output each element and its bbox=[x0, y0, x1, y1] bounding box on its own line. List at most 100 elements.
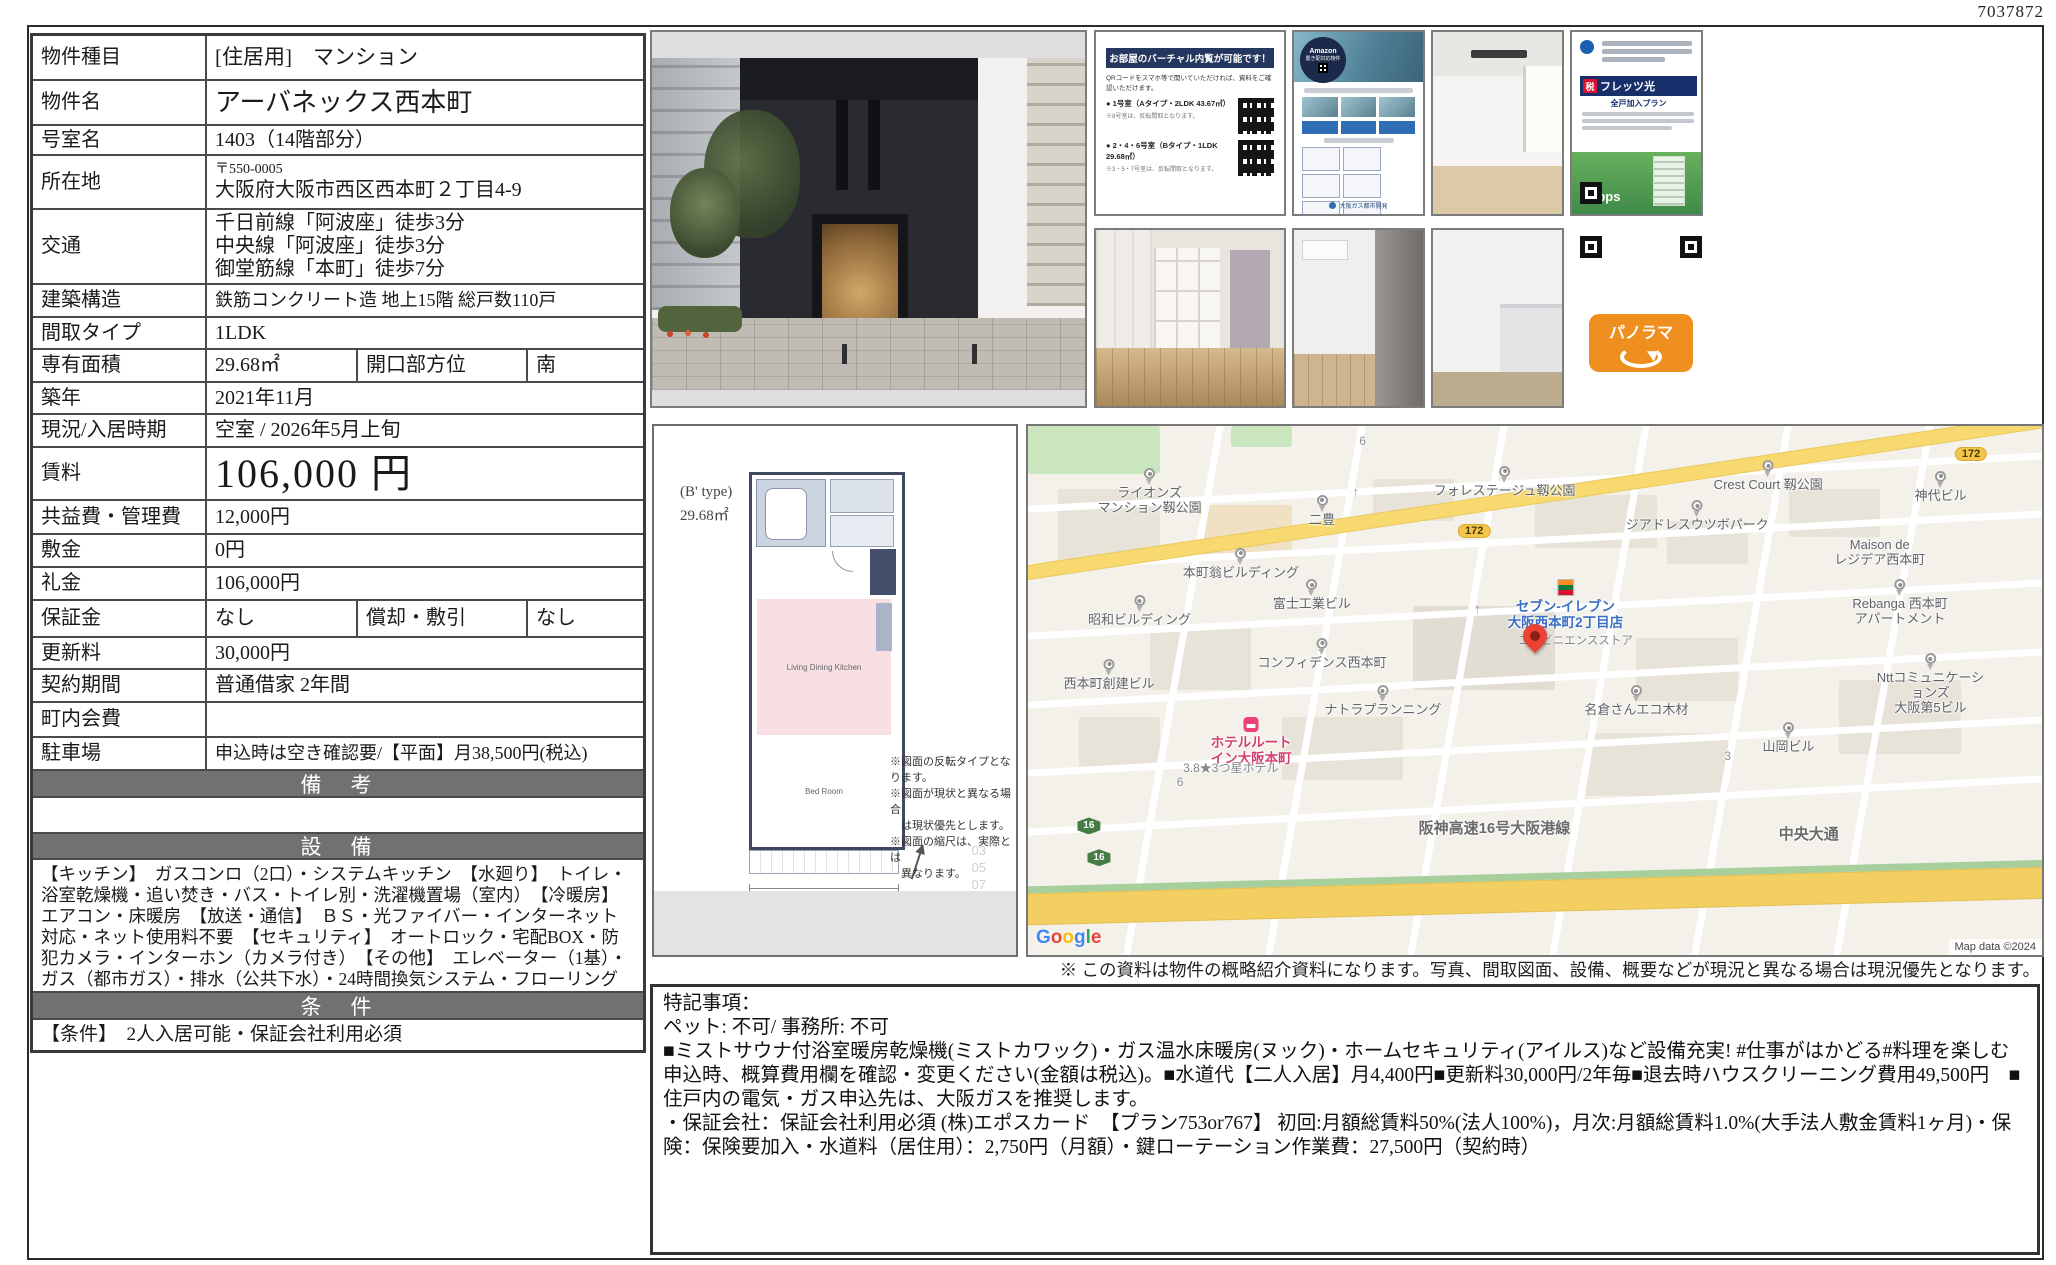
cell-label: 建築構造 bbox=[33, 285, 207, 316]
cell-label: 物件名 bbox=[33, 81, 207, 124]
provider-logo-icon bbox=[1580, 40, 1594, 54]
table-row: 所在地〒550-0005大阪府大阪市西区西本町２丁目4-9 bbox=[33, 156, 643, 210]
virtual-tour-flyer: お部屋のバーチャル内覧が可能です！ QRコードをスマホ等で開いていただければ、資… bbox=[1094, 30, 1286, 216]
table-row: 敷金0円 bbox=[33, 535, 643, 568]
cell-value: 1LDK bbox=[207, 318, 643, 348]
panorama-badge: パノラマ bbox=[1589, 314, 1693, 372]
entrance-photo-canvas bbox=[652, 58, 1085, 390]
cell-value: 106,000 円 bbox=[207, 448, 643, 499]
map-label-poi: コンフィデンス西本町 bbox=[1258, 638, 1387, 670]
cell-value: 千日前線「阿波座」徒歩3分中央線「阿波座」徒歩3分御堂筋線「本町」徒歩7分 bbox=[207, 210, 643, 283]
flyer-text-placeholder bbox=[1602, 41, 1692, 65]
door-swing bbox=[832, 551, 853, 572]
map-pin-icon bbox=[1317, 638, 1328, 649]
cell-value: 0円 bbox=[207, 535, 643, 566]
map-label-poi: 昭和ビルディング bbox=[1088, 595, 1191, 627]
cell-label: 物件種目 bbox=[33, 36, 207, 79]
map-label-num: 6 bbox=[1177, 775, 1184, 789]
hotel-icon bbox=[1244, 717, 1259, 732]
remarks-line: ペット: 不可/ 事務所: 不可 bbox=[663, 1016, 2027, 1040]
cell-value: 29.68㎡ bbox=[207, 350, 358, 381]
map-label-poi: 本町翁ビルディング bbox=[1183, 548, 1299, 580]
window bbox=[1523, 66, 1562, 152]
cell-label: 所在地 bbox=[33, 156, 207, 208]
park-area bbox=[1028, 426, 1160, 474]
living-room-photo bbox=[1431, 30, 1564, 216]
map-label-badge: 172 bbox=[1458, 524, 1490, 538]
qr-code bbox=[1238, 140, 1274, 176]
map-label-poi: ライオンズ マンション靱公園 bbox=[1098, 468, 1202, 515]
seven-eleven-icon bbox=[1557, 579, 1574, 596]
ldk-room: Living Dining Kitchen bbox=[757, 599, 891, 735]
cell-value: [住居用] マンション bbox=[207, 36, 643, 79]
map-label-poi: 名倉さんエコ木材 bbox=[1584, 685, 1688, 717]
document-number: 7037872 bbox=[1978, 2, 2045, 22]
cell-value: 106,000円 bbox=[207, 568, 643, 599]
cell-label: 築年 bbox=[33, 383, 207, 413]
panorama-qr-block: パノラマ bbox=[1576, 232, 1706, 378]
map-pin-icon bbox=[1935, 471, 1946, 482]
cell-label: 交通 bbox=[33, 210, 207, 283]
flyer-title: お部屋のバーチャル内覧が可能です！ bbox=[1106, 48, 1274, 68]
toilet bbox=[830, 515, 894, 547]
map-pin-icon bbox=[1377, 685, 1388, 696]
cell-value: アーバネックス西本町 bbox=[207, 81, 643, 124]
table-row: 駐車場申込時は空き確認要/【平面】月38,500円(税込) bbox=[33, 738, 643, 771]
qr-mini-icon bbox=[1318, 63, 1328, 73]
table-row: 間取タイプ1LDK bbox=[33, 318, 643, 350]
map-label-poi: Crest Court 靱公園 bbox=[1714, 460, 1823, 492]
cell-value bbox=[207, 703, 643, 736]
map-pin-icon bbox=[1104, 659, 1115, 670]
room-type-label: ● 2・4・6号室（Bタイプ・1LDK 29.68㎡） bbox=[1106, 140, 1234, 162]
map-pin-icon bbox=[1144, 468, 1155, 479]
cell-value: 【キッチン】 ガスコンロ（2口）・システムキッチン 【水廻り】 トイレ・浴室乾燥… bbox=[33, 860, 643, 991]
table-row: 建築構造鉄筋コンクリート造 地上15階 総戸数110戸 bbox=[33, 285, 643, 318]
floorplan-note-line: は現状優先とします。 bbox=[890, 818, 1012, 834]
cell-label: 償却・敷引 bbox=[358, 601, 528, 636]
map-label-poi: Maison de レジデア西本町 bbox=[1834, 537, 1925, 567]
table-row: 物件種目[住居用] マンション bbox=[33, 36, 643, 81]
dimension-line bbox=[749, 888, 899, 889]
map-label-num: 6 bbox=[1359, 434, 1366, 448]
section-band: 条 件 bbox=[33, 993, 643, 1020]
map-label-poi: Nttコミュニケーションズ 大阪第5ビル bbox=[1875, 653, 1987, 715]
map-label-poi: ジアドレスウツボパーク bbox=[1626, 500, 1769, 532]
shaft bbox=[870, 549, 896, 595]
qr-code bbox=[1238, 98, 1274, 134]
table-row: 礼金106,000円 bbox=[33, 568, 643, 601]
map-label-shield: 16 bbox=[1087, 849, 1110, 866]
cell-value: 鉄筋コンクリート造 地上15階 総戸数110戸 bbox=[207, 285, 643, 316]
cell-value: 2021年11月 bbox=[207, 383, 643, 413]
remarks-line: ・保証会社：保証会社利用必須 (株)エポスカード 【プラン753or767】 初… bbox=[663, 1112, 2027, 1160]
flyer-footer-logo: 大阪ガス都市開発 bbox=[1294, 201, 1423, 210]
kitchen-photo bbox=[1431, 228, 1564, 408]
remarks-line: 特記事項： bbox=[663, 992, 2027, 1016]
cell-label: 現況/入居時期 bbox=[33, 415, 207, 446]
map-label-poi: 富士工業ビル bbox=[1273, 579, 1351, 611]
floorplan-note-line: ※図面が現状と異なる場合 bbox=[890, 786, 1012, 818]
map-label-shield: 16 bbox=[1077, 817, 1100, 834]
table-row: 【キッチン】 ガスコンロ（2口）・システムキッチン 【水廻り】 トイレ・浴室乾燥… bbox=[33, 860, 643, 993]
flyer-text-placeholder bbox=[1582, 112, 1694, 133]
building-entrance-photo bbox=[650, 30, 1087, 408]
flyer-photo-row bbox=[1302, 97, 1415, 117]
map-pin-icon bbox=[1134, 595, 1145, 606]
entrance-door bbox=[812, 214, 908, 332]
map-pin-icon bbox=[1783, 722, 1794, 733]
cell-value: 空室 / 2026年5月上旬 bbox=[207, 415, 643, 446]
flyer-feature-boxes bbox=[1302, 121, 1415, 134]
table-row: 号室名1403（14階部分） bbox=[33, 126, 643, 156]
cell-label: 敷金 bbox=[33, 535, 207, 566]
room-note: ※8号室は、反転間取となります。 bbox=[1106, 111, 1230, 120]
map-pin-icon bbox=[1763, 460, 1774, 471]
google-logo: Google bbox=[1036, 927, 1101, 949]
table-row: 賃料106,000 円 bbox=[33, 448, 643, 501]
floorplan-area-label: 29.68㎡ bbox=[680, 504, 729, 525]
flyer-room-item: ● 2・4・6号室（Bタイプ・1LDK 29.68㎡）※3・5・7号室は、反転間… bbox=[1106, 140, 1274, 176]
panorama-arrow-icon bbox=[1620, 346, 1662, 368]
hallway-photo bbox=[1094, 228, 1286, 408]
cell-label: 開口部方位 bbox=[358, 350, 528, 381]
table-row bbox=[33, 798, 643, 834]
cell-label: 賃料 bbox=[33, 448, 207, 499]
air-conditioner bbox=[1302, 240, 1348, 260]
